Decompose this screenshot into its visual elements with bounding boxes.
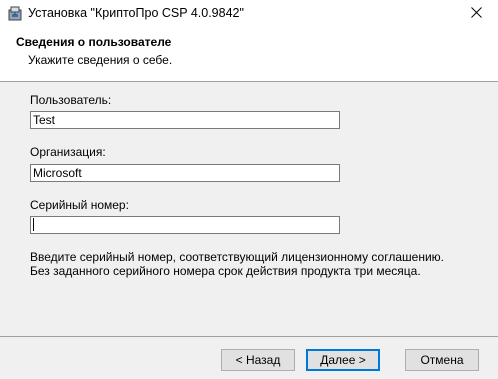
text-caret	[33, 218, 34, 231]
user-field[interactable]	[30, 111, 340, 129]
next-button[interactable]: Далее >	[306, 349, 380, 371]
cancel-button[interactable]: Отмена	[405, 349, 479, 371]
organization-field[interactable]	[30, 164, 340, 182]
page-title: Сведения о пользователе	[16, 35, 172, 49]
serial-number-label: Серийный номер:	[30, 198, 129, 212]
installer-window: Установка "КриптоПро CSP 4.0.9842" Сведе…	[0, 0, 498, 379]
header-banner: Сведения о пользователе Укажите сведения…	[0, 28, 498, 82]
organization-label: Организация:	[30, 145, 106, 159]
info-line-trial: Без заданного серийного номера срок дейс…	[30, 264, 421, 278]
serial-number-field[interactable]	[30, 216, 340, 234]
window-title: Установка "КриптоПро CSP 4.0.9842"	[28, 6, 244, 20]
close-icon	[470, 7, 482, 21]
installer-icon	[8, 6, 22, 21]
close-button[interactable]	[454, 0, 498, 28]
back-button[interactable]: < Назад	[221, 349, 295, 371]
title-bar[interactable]: Установка "КриптоПро CSP 4.0.9842"	[0, 0, 498, 28]
user-label: Пользователь:	[30, 93, 112, 107]
info-text: Введите серийный номер, соответствующий …	[30, 250, 444, 278]
page-subtitle: Укажите сведения о себе.	[28, 53, 173, 67]
footer-divider	[0, 336, 498, 337]
info-line-serial: Введите серийный номер, соответствующий …	[30, 250, 444, 264]
